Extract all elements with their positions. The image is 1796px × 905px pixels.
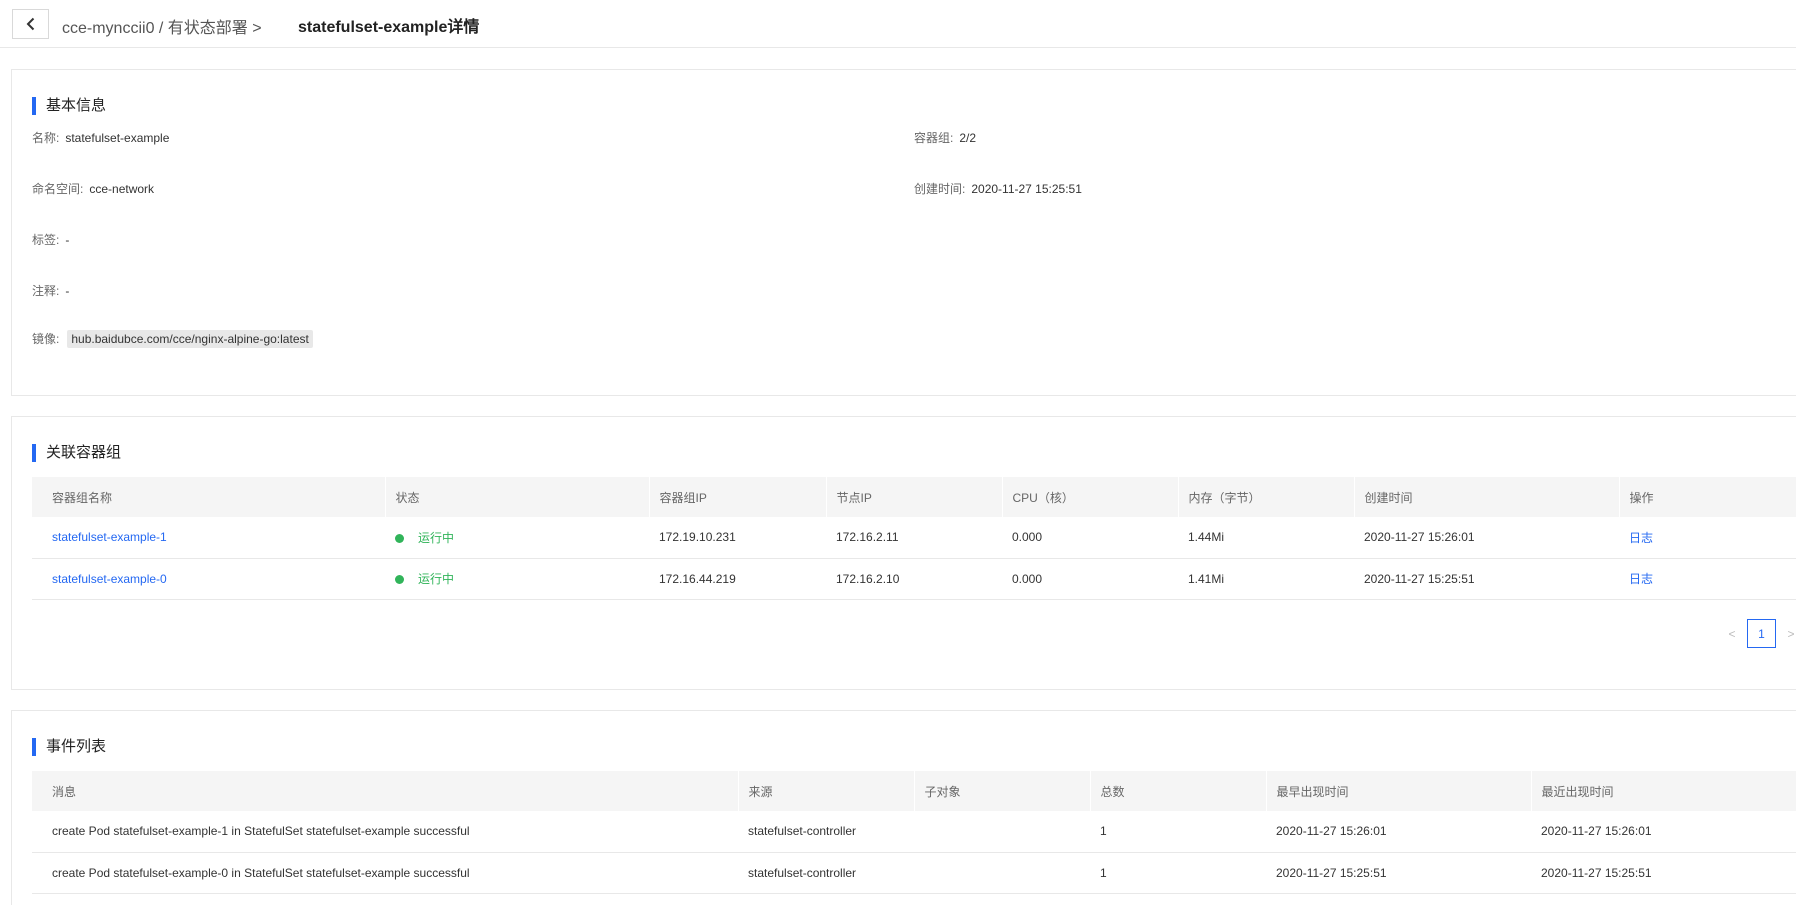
status-text: 运行中: [418, 572, 455, 586]
column-header: 操作: [1619, 477, 1796, 517]
column-header[interactable]: 节点IP: [826, 477, 1003, 517]
column-header[interactable]: CPU（核）: [1002, 477, 1179, 517]
top-bar: cce-mynccii0 / 有状态部署 > statefulset-examp…: [0, 0, 1796, 48]
event-source: statefulset-controller: [738, 811, 914, 853]
event-source: statefulset-controller: [738, 852, 914, 894]
table-row: create Pod statefulset-example-1 in Stat…: [32, 811, 1796, 853]
cpu-value: 0.000: [1002, 517, 1178, 559]
prev-page-button[interactable]: <: [1717, 627, 1747, 641]
page-1-button[interactable]: 1: [1747, 619, 1776, 648]
cpu-value: 0.000: [1002, 558, 1178, 600]
pod-ip: 172.16.44.219: [649, 558, 826, 600]
page-title: statefulset-example详情: [298, 19, 480, 36]
status-dot-icon: [395, 533, 404, 543]
next-page-button[interactable]: >: [1776, 627, 1796, 641]
table-row: create Pod statefulset-example-0 in Stat…: [32, 852, 1796, 894]
memory-value: 1.44Mi: [1178, 517, 1354, 559]
column-header[interactable]: 总数: [1090, 771, 1267, 811]
pod-ip: 172.19.10.231: [649, 517, 826, 559]
event-message: create Pod statefulset-example-1 in Stat…: [32, 811, 738, 853]
created-time-field: 创建时间: 2020-11-27 15:25:51: [914, 182, 1082, 196]
memory-value: 1.41Mi: [1178, 558, 1354, 600]
column-header[interactable]: 来源: [738, 771, 915, 811]
column-header[interactable]: 内存（字节）: [1178, 477, 1355, 517]
created-time: 2020-11-27 15:25:51: [1354, 558, 1619, 600]
events-title: 事件列表: [32, 738, 106, 756]
event-first-seen: 2020-11-27 15:25:51: [1266, 852, 1531, 894]
back-button[interactable]: [12, 9, 49, 39]
created-time: 2020-11-27 15:26:01: [1354, 517, 1619, 559]
column-header[interactable]: 最近出现时间: [1531, 771, 1796, 811]
event-last-seen: 2020-11-27 15:25:51: [1531, 852, 1796, 894]
annotations-field: 注释: -: [32, 284, 70, 298]
pods-field: 容器组: 2/2: [914, 131, 977, 145]
log-link[interactable]: 日志: [1629, 531, 1653, 545]
log-link[interactable]: 日志: [1629, 572, 1653, 586]
table-row: statefulset-example-0 运行中 172.16.44.219 …: [32, 558, 1796, 600]
namespace-field: 命名空间: cce-network: [32, 182, 155, 196]
event-first-seen: 2020-11-27 15:26:01: [1266, 811, 1531, 853]
table-header-row: 容器组名称 状态 容器组IP 节点IP CPU（核） 内存（字节） 创建时间 操…: [32, 477, 1796, 517]
events-card: 事件列表 消息 来源 子对象 总数 最早出现时间 最近出现时间 create P…: [11, 710, 1796, 905]
pods-table: 容器组名称 状态 容器组IP 节点IP CPU（核） 内存（字节） 创建时间 操…: [32, 477, 1796, 600]
breadcrumb[interactable]: cce-mynccii0 / 有状态部署 >: [62, 14, 262, 38]
column-header[interactable]: 消息: [32, 771, 739, 811]
chevron-left-icon: [26, 17, 34, 31]
status-dot-icon: [395, 575, 404, 584]
events-table: 消息 来源 子对象 总数 最早出现时间 最近出现时间 create Pod st…: [32, 771, 1796, 894]
column-header[interactable]: 状态: [385, 477, 650, 517]
event-last-seen: 2020-11-27 15:26:01: [1531, 811, 1796, 853]
event-message: create Pod statefulset-example-0 in Stat…: [32, 852, 738, 894]
event-count: 1: [1090, 811, 1266, 853]
node-ip: 172.16.2.10: [826, 558, 1002, 600]
event-subobject: [914, 852, 1090, 894]
table-header-row: 消息 来源 子对象 总数 最早出现时间 最近出现时间: [32, 771, 1796, 811]
column-header[interactable]: 子对象: [914, 771, 1091, 811]
name-field: 名称: statefulset-example: [32, 131, 170, 145]
event-subobject: [914, 811, 1090, 853]
image-tag: hub.baidubce.com/cce/nginx-alpine-go:lat…: [67, 330, 313, 348]
event-count: 1: [1090, 852, 1266, 894]
image-field: 镜像: hub.baidubce.com/cce/nginx-alpine-go:…: [32, 330, 313, 348]
table-row: statefulset-example-1 运行中 172.19.10.231 …: [32, 517, 1796, 559]
basic-info-card: 基本信息 名称: statefulset-example 容器组: 2/2 命名空间…: [11, 69, 1796, 396]
column-header[interactable]: 最早出现时间: [1266, 771, 1532, 811]
pod-name-link[interactable]: statefulset-example-0: [52, 572, 167, 586]
node-ip: 172.16.2.11: [826, 517, 1002, 559]
pod-name-link[interactable]: statefulset-example-1: [52, 530, 167, 544]
labels-field: 标签: -: [32, 233, 70, 247]
pods-card: 关联容器组 容器组名称 状态 容器组IP 节点IP CPU（核） 内存（字节） …: [11, 416, 1796, 690]
column-header[interactable]: 容器组IP: [649, 477, 827, 517]
pagination: < 1 >: [1717, 619, 1796, 648]
basic-info-title: 基本信息: [32, 97, 106, 115]
pods-title: 关联容器组: [32, 444, 121, 462]
column-header[interactable]: 容器组名称: [32, 477, 386, 517]
status-text: 运行中: [418, 530, 455, 545]
column-header[interactable]: 创建时间: [1354, 477, 1620, 517]
